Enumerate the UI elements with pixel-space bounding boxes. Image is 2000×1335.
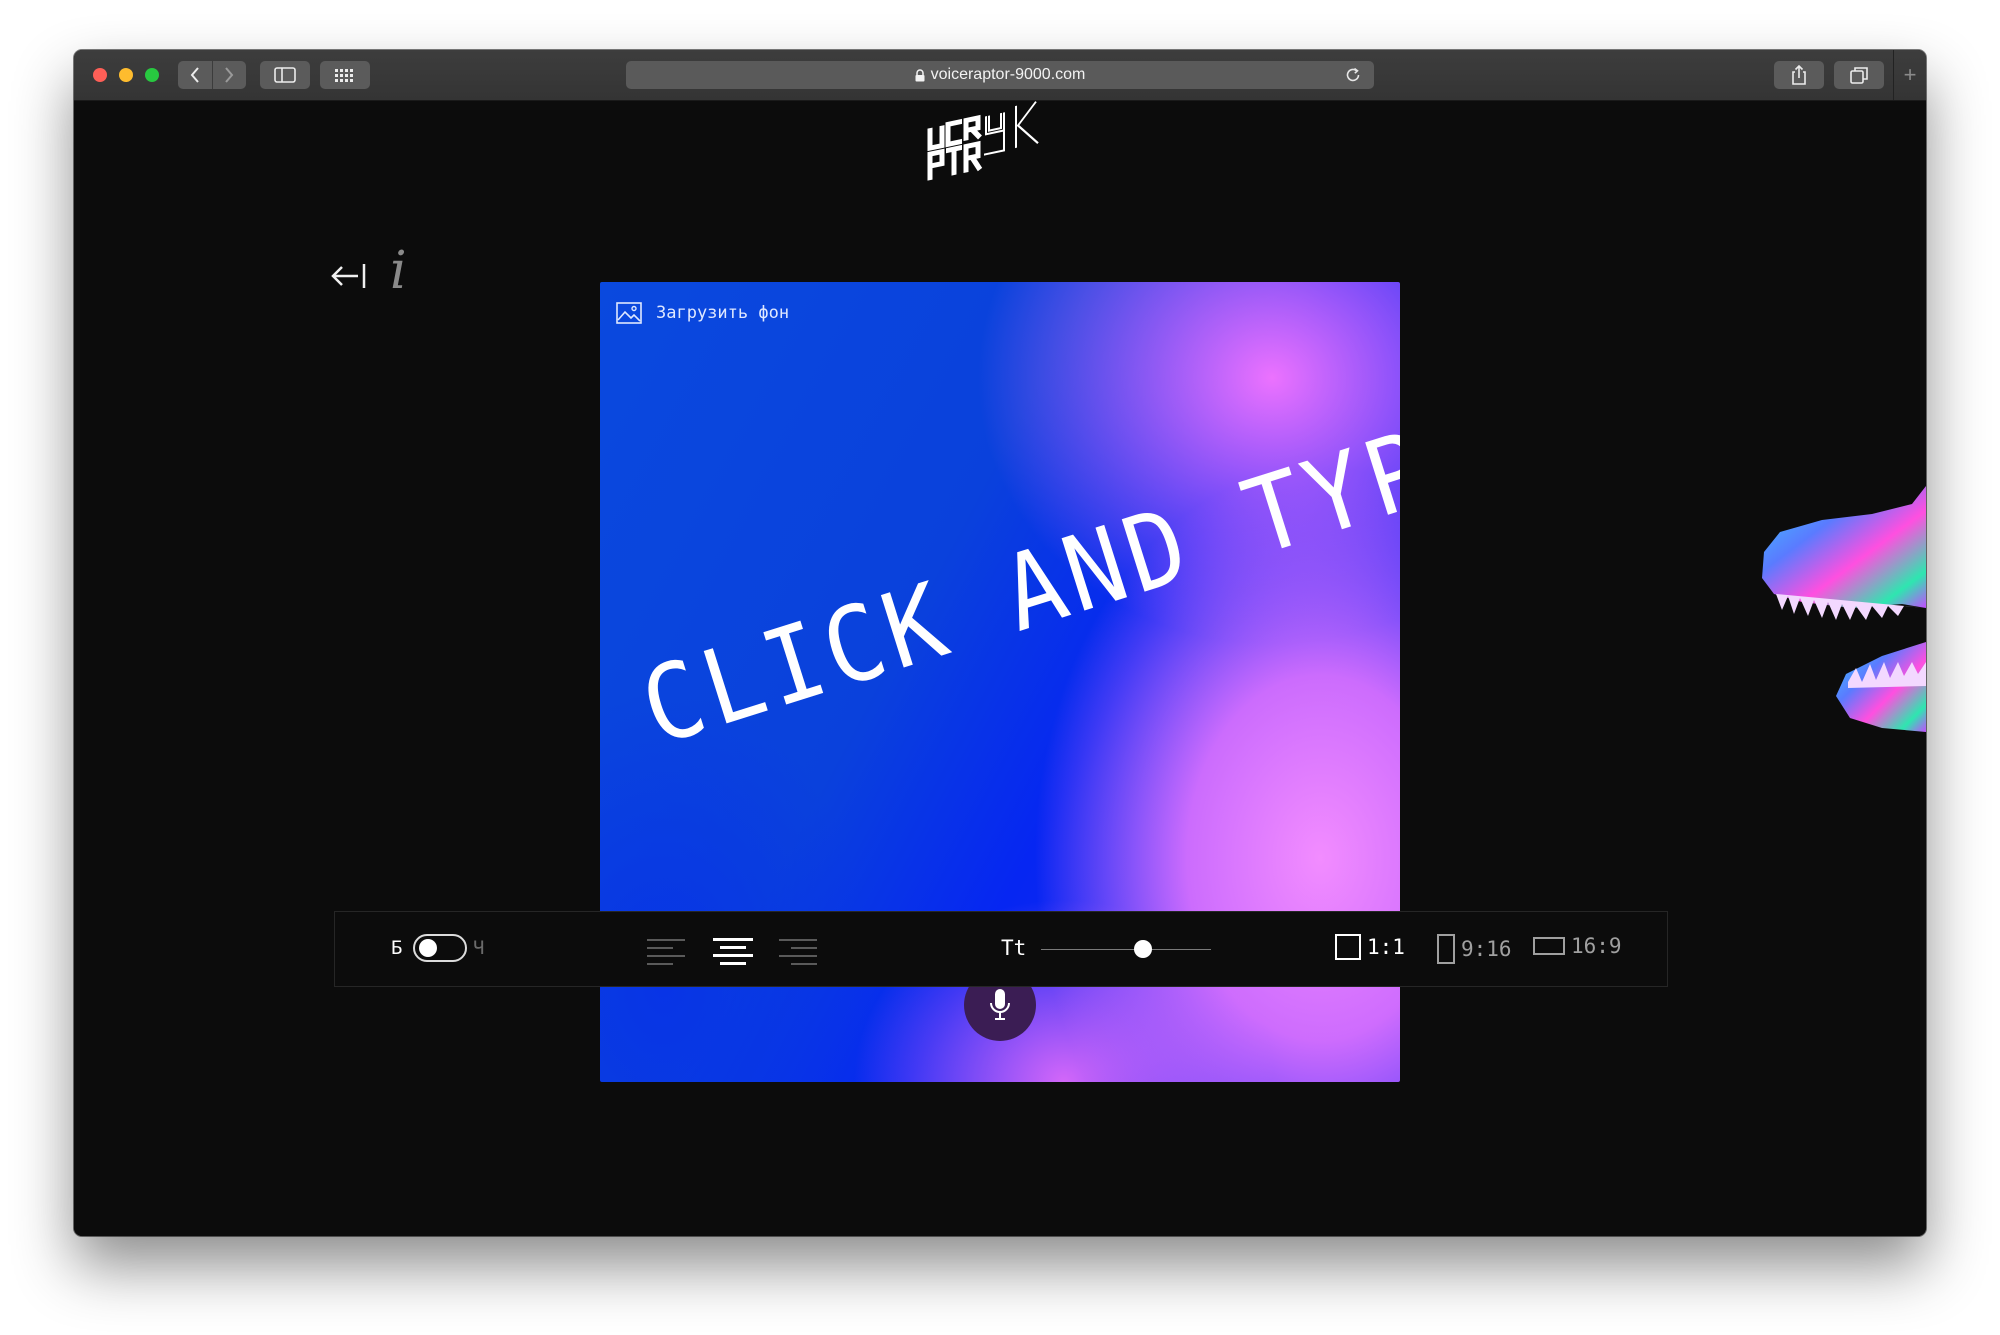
portrait-icon: [1437, 934, 1455, 964]
font-size-label: Tt: [1001, 936, 1027, 960]
sidebar-icon: [274, 67, 296, 83]
image-icon: [616, 302, 642, 324]
browser-window: voiceraptor-9000.com + i Загрузить фон C…: [74, 50, 1926, 1236]
poster-headline[interactable]: CLICK AND TYPE: [628, 387, 1400, 769]
microphone-icon: [990, 989, 1010, 1020]
forward-nav-button[interactable]: [211, 61, 247, 89]
font-size-slider[interactable]: [1041, 949, 1211, 950]
page-content: i Загрузить фон CLICK AND TYPE Б Ч Tt 1:…: [74, 101, 1926, 1236]
lock-icon: [915, 68, 925, 82]
history-nav: [178, 61, 246, 89]
tabs-icon: [1850, 67, 1868, 84]
zoom-window-button[interactable]: [145, 68, 159, 82]
new-tab-button[interactable]: +: [1893, 50, 1926, 100]
tabs-button[interactable]: [1834, 61, 1884, 89]
chevron-left-icon: [190, 67, 199, 83]
close-window-button[interactable]: [93, 68, 107, 82]
collapse-back-button[interactable]: [328, 256, 368, 296]
ratio-1-1-label: 1:1: [1367, 935, 1405, 959]
reload-icon[interactable]: [1344, 66, 1362, 89]
ratio-9-16-button[interactable]: 9:16: [1437, 934, 1512, 964]
upload-background-label: Загрузить фон: [656, 303, 790, 323]
grid-icon: [335, 69, 353, 82]
theme-dark-label: Ч: [473, 937, 485, 959]
address-bar[interactable]: voiceraptor-9000.com: [626, 61, 1374, 89]
upload-background-button[interactable]: Загрузить фон: [616, 302, 789, 324]
square-icon: [1335, 934, 1361, 960]
editor-toolbar: Б Ч Tt 1:1 9:16 16:9: [334, 911, 1668, 987]
share-icon: [1792, 65, 1806, 85]
ratio-16-9-button[interactable]: 16:9: [1533, 934, 1622, 958]
tab-overview-button[interactable]: [320, 61, 370, 89]
share-button[interactable]: [1774, 61, 1824, 89]
chevron-right-icon: [225, 67, 234, 83]
ratio-16-9-label: 16:9: [1571, 934, 1622, 958]
minimize-window-button[interactable]: [119, 68, 133, 82]
ratio-1-1-button[interactable]: 1:1: [1335, 934, 1405, 960]
raptor-illustration: [1762, 486, 1926, 732]
sidebar-toggle-button[interactable]: [260, 61, 310, 89]
landscape-icon: [1533, 937, 1565, 955]
browser-toolbar: voiceraptor-9000.com +: [74, 50, 1926, 101]
arrow-left-bar-icon: [331, 264, 366, 288]
url-text: voiceraptor-9000.com: [930, 66, 1086, 83]
toggle-knob: [419, 939, 437, 957]
align-right-button[interactable]: [779, 936, 819, 966]
align-left-button[interactable]: [647, 936, 687, 966]
ratio-9-16-label: 9:16: [1461, 937, 1512, 961]
back-nav-button[interactable]: [178, 61, 212, 89]
theme-toggle[interactable]: [413, 934, 467, 962]
theme-light-label: Б: [391, 937, 403, 959]
font-size-slider-thumb[interactable]: [1134, 940, 1152, 958]
voiceraptor-logo: [927, 101, 1039, 181]
align-center-button[interactable]: [713, 936, 753, 966]
info-button[interactable]: i: [390, 241, 420, 301]
